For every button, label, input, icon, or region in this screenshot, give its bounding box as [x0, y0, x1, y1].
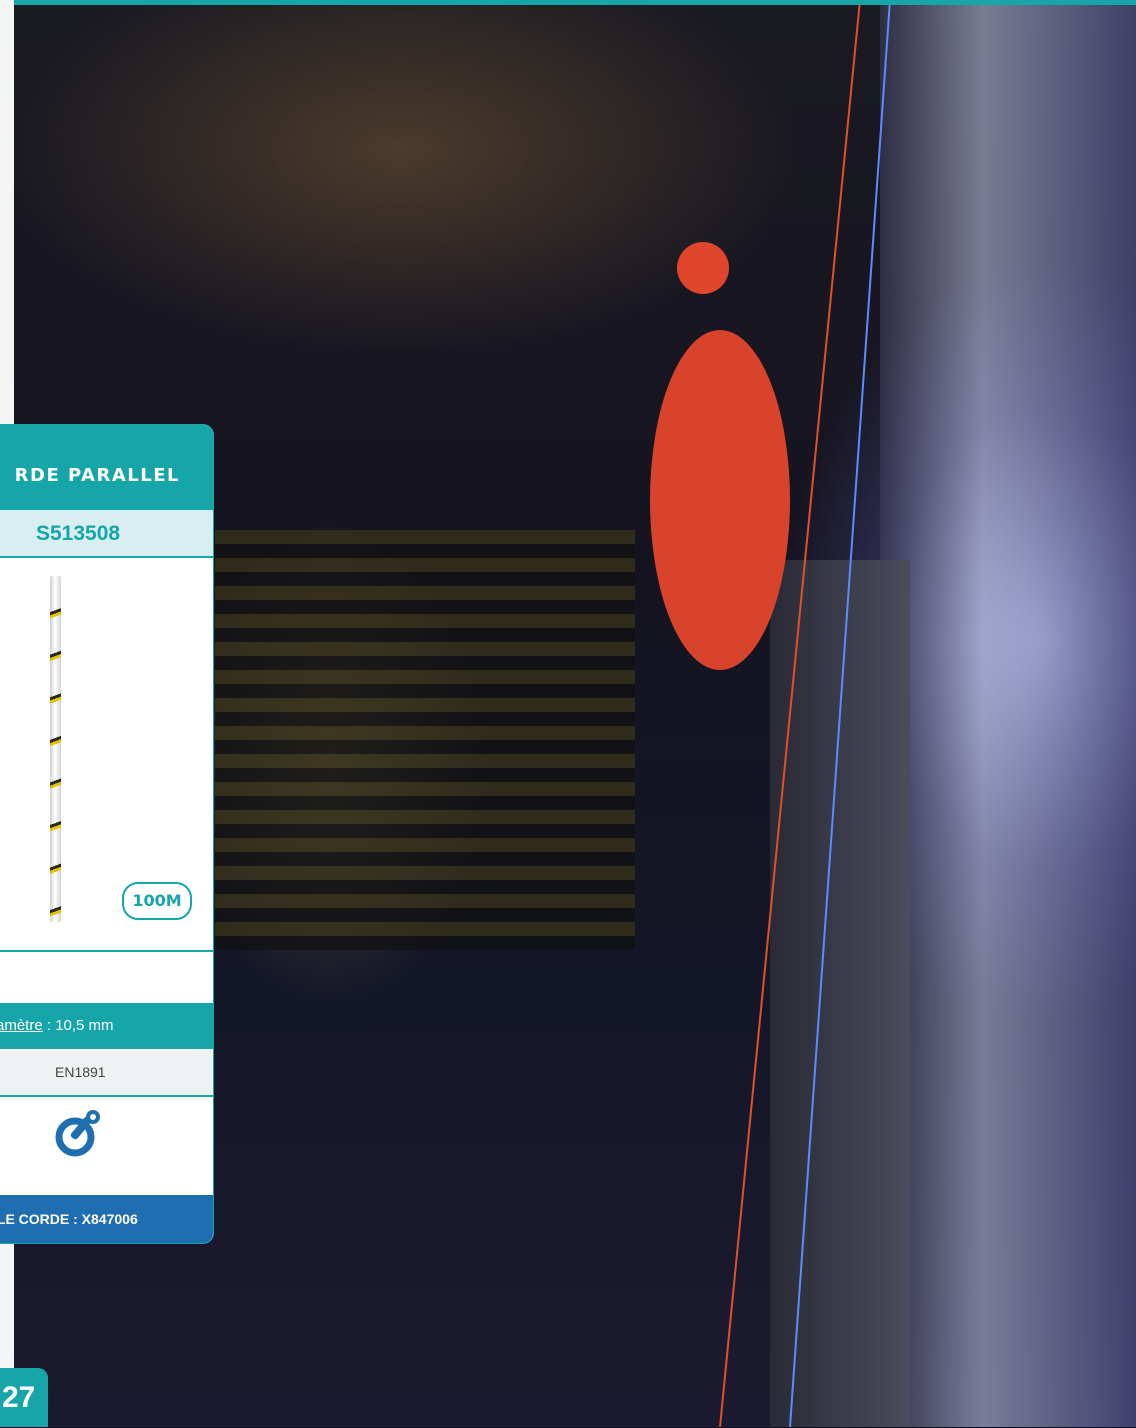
- product-photo: 100M: [0, 558, 213, 948]
- product-reference: S513508: [36, 522, 121, 545]
- card-header: RDE PARALLEL: [0, 425, 213, 510]
- product-title: RDE PARALLEL: [14, 465, 180, 486]
- wrench-icon: [55, 1110, 100, 1157]
- norm-value: EN1891: [55, 1064, 106, 1080]
- diameter-value: : 10,5 mm: [42, 1017, 114, 1034]
- diameter-label: amètre: [0, 1017, 43, 1034]
- top-accent-bar: [0, 0, 1136, 5]
- length-badge: 100M: [122, 882, 192, 920]
- rope-image: [50, 576, 61, 922]
- climber-figure: [650, 330, 790, 670]
- spacer-row: [0, 950, 213, 1002]
- page-number: 27: [0, 1368, 48, 1427]
- reference-row: S513508: [0, 510, 213, 558]
- control-rope-row: ÔLE CORDE : X847006: [0, 1195, 213, 1243]
- maintenance-area: [0, 1097, 213, 1195]
- product-card: RDE PARALLEL S513508 100M amètre : 10,5 …: [0, 425, 213, 1243]
- diameter-row: amètre : 10,5 mm: [0, 1003, 213, 1049]
- control-rope-text: ÔLE CORDE : X847006: [0, 1211, 138, 1227]
- norm-row: EN1891: [0, 1051, 213, 1097]
- diameter-spec: amètre : 10,5 mm: [0, 1017, 114, 1034]
